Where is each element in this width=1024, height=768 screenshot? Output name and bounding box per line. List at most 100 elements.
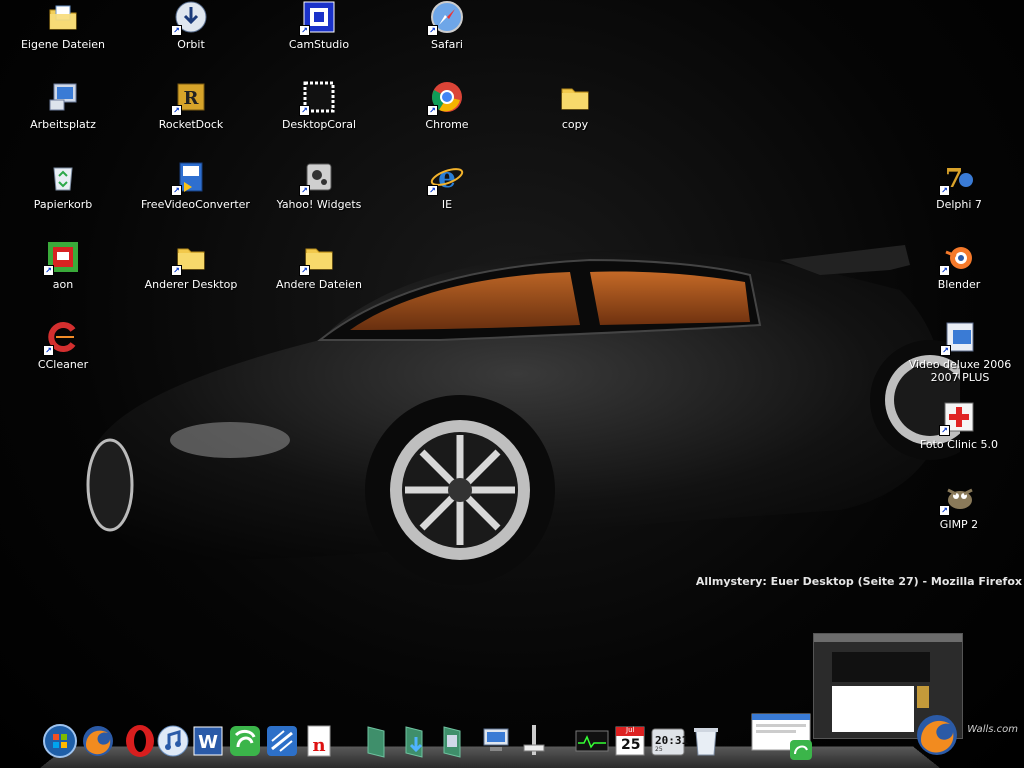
clock-icon[interactable]: 20:31 25 xyxy=(650,723,688,759)
svg-text:e: e xyxy=(438,161,456,194)
folder-icon xyxy=(558,80,592,114)
desktop-icon-label: Safari xyxy=(431,38,463,51)
ftp-icon[interactable] xyxy=(264,723,300,759)
shortcut-arrow-icon: ↗ xyxy=(939,265,950,276)
desktop-icon-label: copy xyxy=(561,118,589,131)
desktop-icon-label: Yahoo! Widgets xyxy=(276,198,362,211)
delphi-icon: 7 ↗ xyxy=(939,160,976,196)
desktop-icon-label: FreeVideoConverter xyxy=(141,198,250,211)
blender-icon: ↗ xyxy=(939,240,976,276)
desktop-icon-copy[interactable]: copy xyxy=(525,80,625,150)
desktop-icon-blender[interactable]: ↗ Blender xyxy=(909,240,1009,310)
foto-clinic-icon: ↗ xyxy=(939,400,976,436)
video-deluxe-icon: ↗ xyxy=(940,320,977,356)
shortcut-arrow-icon: ↗ xyxy=(171,25,182,36)
desktop-icon-papierkorb[interactable]: Papierkorb xyxy=(13,160,113,230)
gimp-icon: ↗ xyxy=(939,480,976,516)
preview-content-image xyxy=(917,686,929,708)
calendar-icon[interactable]: Jul 25 xyxy=(612,723,648,759)
desktop-icon-foto-clinic[interactable]: ↗ Foto Clinic 5.0 xyxy=(909,400,1009,470)
svg-text:R: R xyxy=(184,88,200,109)
desktop-icon-label: aon xyxy=(52,278,74,291)
recycle-bin-icon[interactable] xyxy=(688,723,724,759)
desktop-icon-label: RocketDock xyxy=(158,118,224,131)
window-preview-title: Allmystery: Euer Desktop (Seite 27) - Mo… xyxy=(695,575,1022,588)
shortcut-arrow-icon: ↗ xyxy=(171,265,182,276)
desktop-icon-label: Foto Clinic 5.0 xyxy=(919,438,999,451)
desktop-icon-yahoo-widgets[interactable]: ↗ Yahoo! Widgets xyxy=(269,160,369,230)
recycle-bin-icon xyxy=(46,160,80,194)
desktop-icon-label: Blender xyxy=(937,278,981,291)
shortcut-arrow-icon: ↗ xyxy=(299,25,310,36)
ccleaner-icon: ↗ xyxy=(43,320,80,356)
itunes-icon[interactable] xyxy=(155,723,191,759)
desktop-icon-label: Video deluxe 2006 2007 PLUS xyxy=(908,358,1012,384)
desktop-icon-desktopcoral[interactable]: ↗ DesktopCoral xyxy=(269,80,369,150)
opera-icon[interactable] xyxy=(122,723,158,759)
desktop-icon-delphi[interactable]: 7 ↗ Delphi 7 xyxy=(909,160,1009,230)
firefox-icon[interactable] xyxy=(914,712,960,758)
desktop-icon-rocketdock[interactable]: R ↗ RocketDock xyxy=(141,80,241,150)
desktop-icon-ie[interactable]: e ↗ IE xyxy=(397,160,497,230)
desktop-icon-label: DesktopCoral xyxy=(281,118,357,131)
desktop-icon-label: Eigene Dateien xyxy=(20,38,106,51)
download-icon: ↗ xyxy=(171,0,208,36)
start-orb-icon[interactable] xyxy=(42,723,78,759)
folder-icon: ↗ xyxy=(299,240,336,276)
preview-content-header xyxy=(832,652,930,682)
chrome-icon: ↗ xyxy=(427,80,464,116)
desktop-icon-safari[interactable]: ↗ Safari xyxy=(397,0,497,70)
shortcut-arrow-icon: ↗ xyxy=(299,185,310,196)
rocketdock-icon: R ↗ xyxy=(171,80,208,116)
stack-icon[interactable] xyxy=(360,723,396,759)
desktop-icon-label: Arbeitsplatz xyxy=(30,118,96,131)
network-icon[interactable] xyxy=(478,723,514,759)
word-icon[interactable]: W xyxy=(190,723,226,759)
desktop-icon-orbit[interactable]: ↗ Orbit xyxy=(141,0,241,70)
camstudio-icon: ↗ xyxy=(299,0,336,36)
desktop-icon-andere-dateien[interactable]: ↗ Andere Dateien xyxy=(269,240,369,310)
pdf-icon[interactable]: n xyxy=(301,723,337,759)
shortcut-arrow-icon: ↗ xyxy=(171,185,182,196)
desktop-icon-ccleaner[interactable]: ↗ CCleaner xyxy=(13,320,113,390)
desktop-icon-gimp[interactable]: ↗ GIMP 2 xyxy=(909,480,1009,550)
monitor-icon[interactable] xyxy=(574,723,610,759)
desktop-icon-label: Orbit xyxy=(177,38,205,51)
desktop-icon-label: CamStudio xyxy=(288,38,350,51)
shortcut-arrow-icon: ↗ xyxy=(299,265,310,276)
preview-titlebar xyxy=(814,634,962,642)
desktop-icon-label: Anderer Desktop xyxy=(144,278,238,291)
shortcut-arrow-icon: ↗ xyxy=(299,105,310,116)
shortcut-arrow-icon: ↗ xyxy=(43,265,54,276)
shortcut-arrow-icon: ↗ xyxy=(427,25,438,36)
desktop-icon-eigene-dateien[interactable]: Eigene Dateien xyxy=(13,0,113,70)
preview-content-page xyxy=(832,686,914,732)
desktop-icon-arbeitsplatz[interactable]: Arbeitsplatz xyxy=(13,80,113,150)
screenshot-icon[interactable] xyxy=(750,712,812,762)
shortcut-arrow-icon: ↗ xyxy=(171,105,182,116)
wallpaper-watermark: Walls.com xyxy=(967,724,1018,735)
desktop-icon-video-deluxe[interactable]: ↗ Video deluxe 2006 2007 PLUS xyxy=(900,320,1020,390)
computer-icon xyxy=(46,80,80,114)
pictures-stack-icon[interactable] xyxy=(436,723,472,759)
bittorrent-icon[interactable] xyxy=(227,723,263,759)
firefox-icon[interactable] xyxy=(80,723,116,759)
desktop-icon-label: Chrome xyxy=(425,118,469,131)
desktop-icon-aon[interactable]: ↗ aon xyxy=(13,240,113,310)
folder-docs-icon xyxy=(46,0,80,34)
calendar-month: Jul xyxy=(626,726,635,734)
clock-sub: 25 xyxy=(655,746,663,753)
desktop-icon-label: GIMP 2 xyxy=(939,518,979,531)
safari-icon: ↗ xyxy=(427,0,464,36)
desktop-icon-camstudio[interactable]: ↗ CamStudio xyxy=(269,0,369,70)
desktop-icon-anderer-desktop[interactable]: ↗ Anderer Desktop xyxy=(141,240,241,310)
video-converter-icon: ↗ xyxy=(171,160,208,196)
calendar-day: 25 xyxy=(621,737,641,753)
desktop-icon-freevideoconverter[interactable]: ↗ FreeVideoConverter xyxy=(141,160,250,230)
desktopcoral-icon: ↗ xyxy=(299,80,336,116)
equalizer-icon[interactable] xyxy=(516,723,552,759)
shortcut-arrow-icon: ↗ xyxy=(939,425,950,436)
downloads-stack-icon[interactable] xyxy=(398,723,434,759)
desktop-icon-chrome[interactable]: ↗ Chrome xyxy=(397,80,497,150)
ie-icon: e ↗ xyxy=(427,160,464,196)
